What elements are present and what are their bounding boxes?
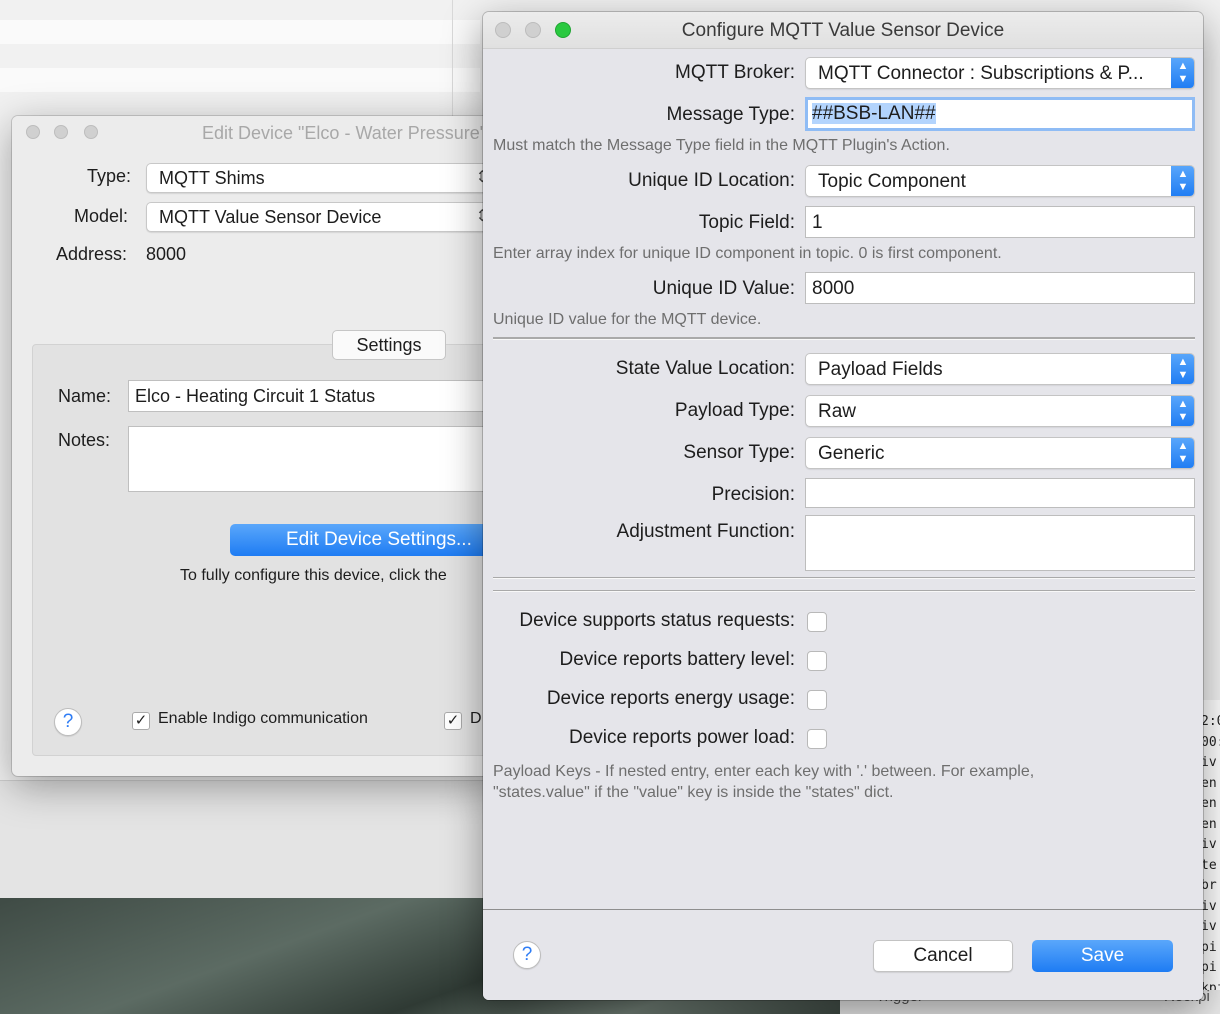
edit-device-titlebar[interactable]: Edit Device "Elco - Water Pressure" xyxy=(12,116,502,150)
power-checkbox[interactable] xyxy=(807,729,827,749)
chevron-updown-icon: ▲ ▼ xyxy=(1171,354,1194,384)
uid-value-label: Unique ID Value: xyxy=(652,278,795,299)
message-type-label: Message Type: xyxy=(666,104,795,125)
chevron-updown-icon: ▲ ▼ xyxy=(1171,438,1194,468)
name-field[interactable]: Elco - Heating Circuit 1 Status xyxy=(128,380,498,412)
section-divider xyxy=(493,337,1195,340)
zoom-button[interactable] xyxy=(84,125,98,139)
type-popup[interactable]: MQTT Shims ⇕ xyxy=(146,163,496,193)
edit-device-settings-button[interactable]: Edit Device Settings... xyxy=(230,524,502,556)
cancel-button[interactable]: Cancel xyxy=(873,940,1013,972)
precision-input[interactable] xyxy=(805,478,1195,508)
second-checkbox[interactable]: ✓ xyxy=(444,712,462,730)
enable-communication-label: Enable Indigo communication xyxy=(158,710,368,727)
section-divider xyxy=(493,577,1195,579)
state-location-value: Payload Fields xyxy=(818,359,943,380)
background-log-line: iv xyxy=(1201,837,1217,852)
sensor-type-label: Sensor Type: xyxy=(683,442,795,463)
broker-label: MQTT Broker: xyxy=(675,62,795,83)
background-log-line: en xyxy=(1201,775,1217,791)
notes-label: Notes: xyxy=(58,430,111,450)
background-divider xyxy=(452,0,453,120)
dialog-body: MQTT Broker: MQTT Connector : Subscripti… xyxy=(483,49,1203,1000)
configure-mqtt-dialog: Configure MQTT Value Sensor Device MQTT … xyxy=(483,12,1203,1000)
type-label: Type: xyxy=(87,166,132,186)
background-log-line: pi xyxy=(1201,939,1217,955)
type-value: MQTT Shims xyxy=(159,168,265,188)
edit-device-window: Edit Device "Elco - Water Pressure" Type… xyxy=(12,116,502,776)
background-row xyxy=(0,68,480,92)
sensor-type-value: Generic xyxy=(818,443,885,464)
help-button[interactable]: ? xyxy=(513,941,541,969)
adjustment-input[interactable] xyxy=(805,515,1195,571)
precision-label: Precision: xyxy=(711,484,795,505)
background-log-line: 2:0 xyxy=(1201,714,1220,729)
second-checkbox-label: D xyxy=(470,710,482,727)
chevron-updown-icon: ▲ ▼ xyxy=(1171,58,1194,88)
background-log-line: iv xyxy=(1201,898,1217,914)
payload-keys-hint-line1: Payload Keys - If nested entry, enter ea… xyxy=(493,763,1035,780)
help-button[interactable]: ? xyxy=(54,708,82,736)
background-log-line: iv xyxy=(1201,919,1217,934)
notes-field[interactable] xyxy=(128,426,498,492)
broker-value: MQTT Connector : Subscriptions & P... xyxy=(818,63,1144,84)
name-label: Name: xyxy=(58,386,112,406)
model-popup[interactable]: MQTT Value Sensor Device ⇕ xyxy=(146,202,496,232)
uid-location-label: Unique ID Location: xyxy=(628,170,795,191)
state-location-label: State Value Location: xyxy=(615,358,795,379)
background-log-line: en xyxy=(1201,816,1217,832)
footer-divider xyxy=(483,909,1203,910)
chevron-updown-icon: ▲ ▼ xyxy=(1171,396,1194,426)
background-log-line: 00: xyxy=(1201,734,1220,750)
state-location-popup[interactable]: Payload Fields ▲ ▼ xyxy=(805,353,1195,385)
payload-type-popup[interactable]: Raw ▲ ▼ xyxy=(805,395,1195,427)
payload-keys-hint-line2: "states.value" if the "value" key is ins… xyxy=(493,784,894,801)
uid-value-input[interactable]: 8000 xyxy=(805,272,1195,304)
status-requests-checkbox[interactable] xyxy=(807,612,827,632)
energy-checkbox[interactable] xyxy=(807,690,827,710)
background-log-line: en xyxy=(1201,796,1217,811)
tab-settings[interactable]: Settings xyxy=(332,330,446,360)
section-divider xyxy=(493,590,1195,592)
background-row xyxy=(0,20,480,44)
window-title: Edit Device "Elco - Water Pressure" xyxy=(202,123,487,143)
payload-type-label: Payload Type: xyxy=(674,400,795,421)
background-log-line: pi xyxy=(1201,960,1217,975)
status-requests-label: Device supports status requests: xyxy=(519,610,795,631)
minimize-button[interactable] xyxy=(54,125,68,139)
broker-popup[interactable]: MQTT Connector : Subscriptions & P... ▲ ▼ xyxy=(805,57,1195,89)
message-type-field[interactable]: ##BSB-LAN## xyxy=(805,97,1195,131)
topic-field-hint: Enter array index for unique ID componen… xyxy=(493,245,1002,262)
model-label: Model: xyxy=(74,206,129,226)
uid-location-value: Topic Component xyxy=(818,171,966,192)
address-label: Address: xyxy=(56,244,128,264)
background-log-line: te xyxy=(1201,857,1217,873)
sensor-type-popup[interactable]: Generic ▲ ▼ xyxy=(805,437,1195,469)
save-button[interactable]: Save xyxy=(1032,940,1173,972)
model-value: MQTT Value Sensor Device xyxy=(159,207,382,227)
payload-type-value: Raw xyxy=(818,401,857,422)
background-log-line: iv xyxy=(1201,755,1217,770)
adjustment-label: Adjustment Function: xyxy=(616,521,795,542)
battery-label: Device reports battery level: xyxy=(559,649,796,670)
dialog-title: Configure MQTT Value Sensor Device xyxy=(681,20,1005,41)
message-type-value: ##BSB-LAN## xyxy=(812,103,936,124)
power-label: Device reports power load: xyxy=(569,727,795,748)
topic-field-input[interactable]: 1 xyxy=(805,206,1195,238)
enable-communication-checkbox[interactable]: ✓ xyxy=(132,712,150,730)
message-type-hint: Must match the Message Type field in the… xyxy=(493,137,950,154)
background-panel xyxy=(0,780,485,901)
address-value: 8000 xyxy=(146,244,187,264)
close-button[interactable] xyxy=(26,125,40,139)
configure-hint: To fully configure this device, click th… xyxy=(180,567,447,584)
uid-value-hint: Unique ID value for the MQTT device. xyxy=(493,311,762,328)
topic-field-label: Topic Field: xyxy=(698,212,795,233)
battery-checkbox[interactable] xyxy=(807,651,827,671)
background-log-line: br xyxy=(1201,878,1217,893)
dialog-titlebar[interactable]: Configure MQTT Value Sensor Device xyxy=(483,12,1203,49)
uid-location-popup[interactable]: Topic Component ▲ ▼ xyxy=(805,165,1195,197)
energy-label: Device reports energy usage: xyxy=(546,688,795,709)
chevron-updown-icon: ▲ ▼ xyxy=(1171,166,1194,196)
